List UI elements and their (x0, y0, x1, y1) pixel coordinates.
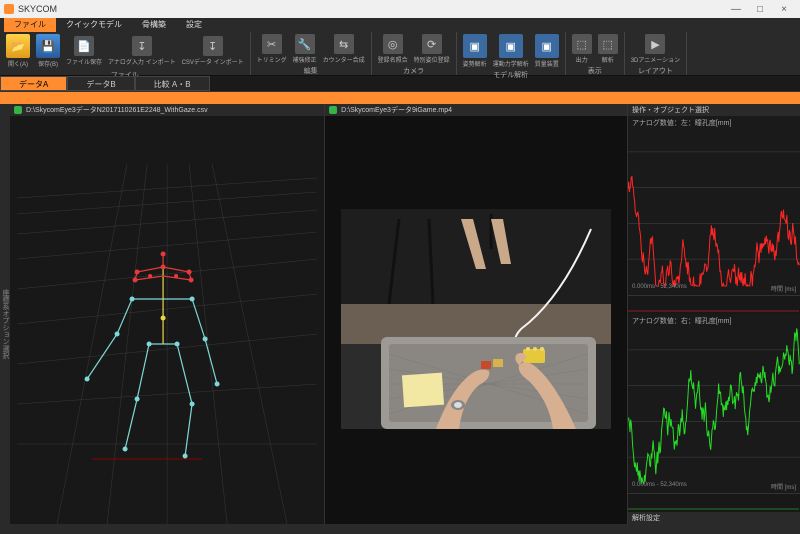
csv-icon: ↧ (203, 36, 223, 56)
app-icon (4, 4, 14, 14)
save-button[interactable]: 💾保存(B) (34, 33, 62, 69)
analog-header: 操作・オブジェクト選択 (628, 104, 800, 116)
chart1-svg (628, 116, 800, 295)
analog-import-button[interactable]: ↧アナログ入力 インポート (106, 35, 178, 67)
posture-button[interactable]: ▣姿勢解析 (461, 33, 489, 69)
mechanics-icon: ▣ (499, 34, 523, 58)
left-rail[interactable]: 座標系オプション選択 (0, 104, 10, 524)
chart-right-pupil[interactable]: アナログ数値：右：瞳孔度[mm] 0.000ms - 52,340ms時間 [m… (628, 314, 800, 494)
anim-icon: ▶ (645, 34, 665, 54)
menu-tab-file[interactable]: ファイル (4, 18, 56, 32)
ribbon: 📂開く(A) 💾保存(B) 📄ファイル保存 ↧アナログ入力 インポート ↧CSV… (0, 32, 800, 76)
chart1-title: アナログ数値：左：瞳孔度[mm] (632, 118, 731, 128)
main-area: 座標系オプション選択 D:\SkycomEye3データN2017110261E2… (0, 104, 800, 524)
analog-footer[interactable]: 解析設定 (628, 512, 800, 524)
trim-icon: ✂ (262, 34, 282, 54)
chart1-overview[interactable] (628, 296, 800, 314)
analysis-button[interactable]: ⬚解析 (596, 33, 620, 65)
filesave-button[interactable]: 📄ファイル保存 (64, 35, 104, 67)
subtab-compare[interactable]: 比較 A・B (135, 76, 210, 91)
analysis-icon: ⬚ (598, 34, 618, 54)
menubar: ファイル クイックモデル 骨構築 設定 (0, 18, 800, 32)
titlebar: SKYCOM — □ × (0, 0, 800, 18)
minimize-button[interactable]: — (724, 4, 748, 15)
menu-tab-quickmodel[interactable]: クイックモデル (56, 18, 132, 32)
open-button[interactable]: 📂開く(A) (4, 33, 32, 69)
attachfix-button[interactable]: 🔧補強修正 (291, 33, 319, 65)
panel-3d-header: D:\SkycomEye3データN2017110261E2248_WithGaz… (10, 104, 324, 116)
chart2-title: アナログ数値：右：瞳孔度[mm] (632, 316, 731, 326)
output-button[interactable]: ⬚出力 (570, 33, 594, 65)
subtab-data-b[interactable]: データB (67, 76, 134, 91)
record-indicator-icon (329, 106, 337, 114)
skeleton-3d-svg (10, 104, 324, 524)
match-icon: ◎ (383, 34, 403, 54)
panel-3d-filename: D:\SkycomEye3データN2017110261E2248_WithGaz… (26, 105, 208, 115)
video-frame (341, 209, 611, 429)
panel-video[interactable]: D:\SkycomEye3データ9iGame.mp4 (325, 104, 628, 524)
trim-button[interactable]: ✂トリミング (255, 33, 289, 65)
panel-video-filename: D:\SkycomEye3データ9iGame.mp4 (341, 105, 452, 115)
chart2-axis: 0.000ms - 52,340ms時間 [ms] (632, 482, 796, 491)
menu-tab-bone[interactable]: 骨構築 (132, 18, 176, 32)
posture-icon: ▣ (463, 34, 487, 58)
save-icon: 💾 (36, 34, 60, 58)
orange-strip (0, 92, 800, 104)
menu-tab-settings[interactable]: 設定 (176, 18, 212, 32)
maximize-button[interactable]: □ (748, 4, 772, 15)
sub-tabs: データA データB 比較 A・B (0, 76, 800, 92)
panel-analog: 操作・オブジェクト選択 アナログ数値：左：瞳孔度[mm] 0.000ms - 5… (628, 104, 800, 524)
record-indicator-icon (14, 106, 22, 114)
app-title: SKYCOM (18, 4, 57, 14)
merge-icon: ⇆ (334, 34, 354, 54)
chart-left-pupil[interactable]: アナログ数値：左：瞳孔度[mm] 0.000ms - 52,340ms時間 [m… (628, 116, 800, 296)
chart2-svg (628, 314, 800, 493)
csv-import-button[interactable]: ↧CSVデータ インポート (180, 35, 246, 67)
panel-3d-view[interactable]: D:\SkycomEye3データN2017110261E2248_WithGaz… (10, 104, 325, 524)
chart1-axis: 0.000ms - 52,340ms時間 [ms] (632, 284, 796, 293)
folder-open-icon: 📂 (6, 34, 30, 58)
fix-icon: 🔧 (295, 34, 315, 54)
regmatch-button[interactable]: ◎登録名照合 (376, 33, 410, 65)
import-icon: ↧ (132, 36, 152, 56)
panel-video-header: D:\SkycomEye3データ9iGame.mp4 (325, 104, 627, 116)
mechanics-button[interactable]: ▣運動力学解析 (491, 33, 531, 69)
close-button[interactable]: × (772, 4, 796, 15)
masscalc-button[interactable]: ▣質量装置 (533, 33, 561, 69)
statusbar (0, 524, 800, 534)
anim-button[interactable]: ▶3Dアニメーション (629, 33, 682, 65)
output-icon: ⬚ (572, 34, 592, 54)
mass-icon: ▣ (535, 34, 559, 58)
file-icon: 📄 (74, 36, 94, 56)
pose-icon: ⟳ (422, 34, 442, 54)
subtab-data-a[interactable]: データA (0, 76, 67, 91)
chart2-overview[interactable] (628, 494, 800, 512)
timesync-button[interactable]: ⟳特別姿位登録 (412, 33, 452, 65)
counter-button[interactable]: ⇆カウンター合成 (321, 33, 367, 65)
